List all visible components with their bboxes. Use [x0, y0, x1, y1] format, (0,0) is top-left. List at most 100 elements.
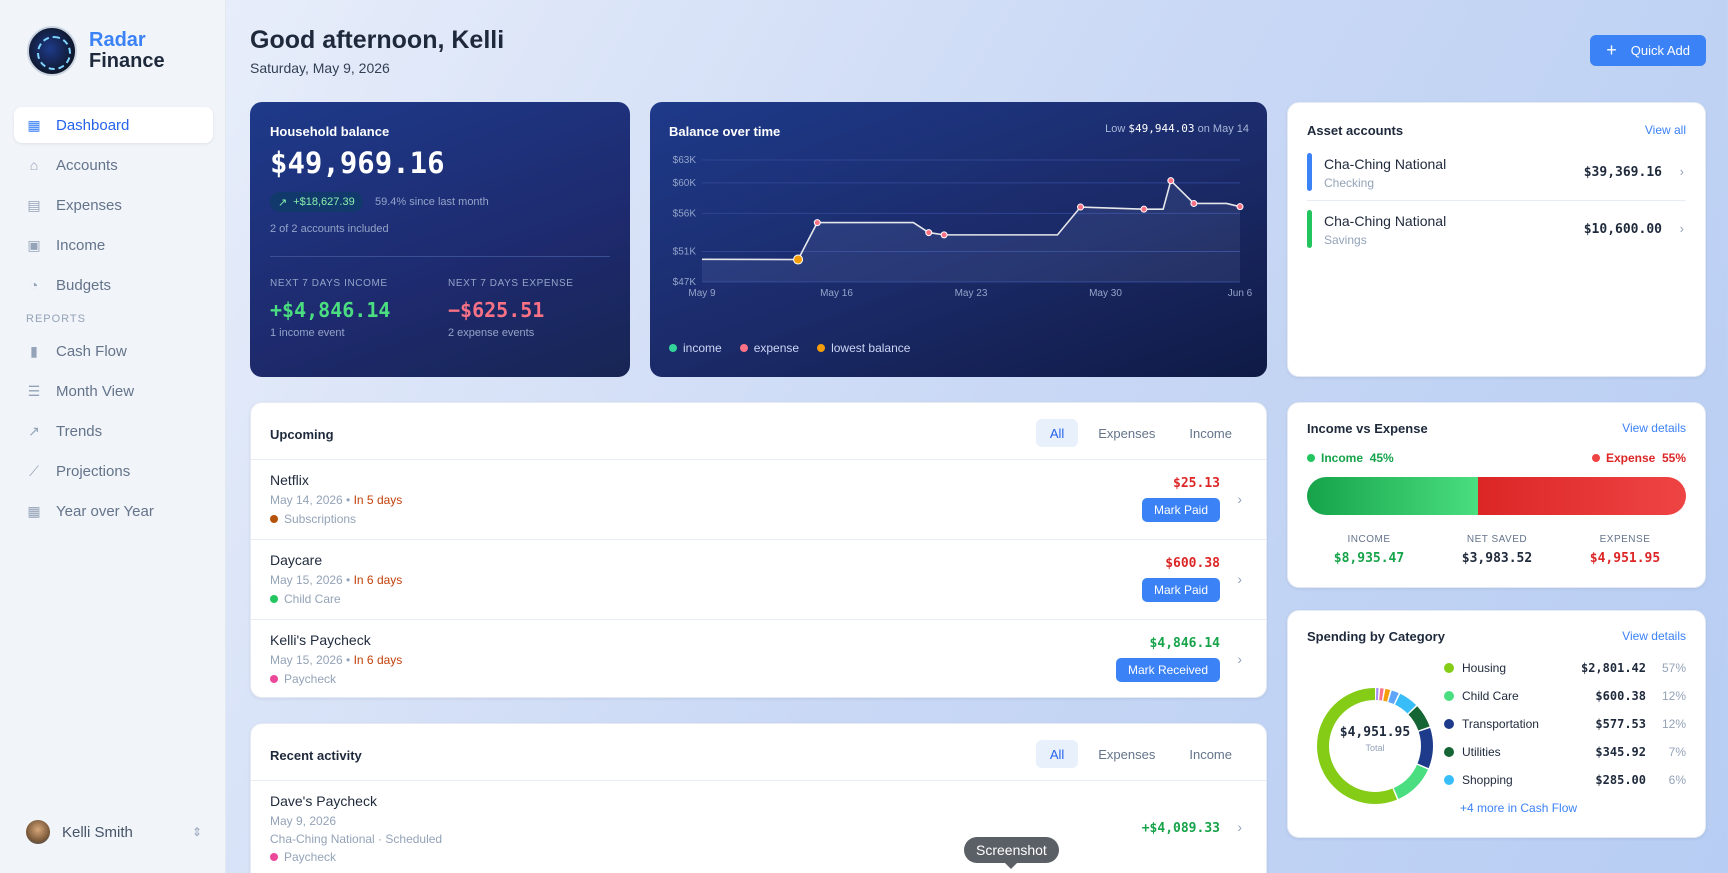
dashboard-icon: ▦: [27, 117, 41, 133]
chevron-right-icon: ›: [1237, 571, 1242, 587]
user-menu[interactable]: Kelli Smith ⇕: [26, 820, 202, 844]
category-row-housing[interactable]: Housing $2,801.42 57%: [1444, 658, 1686, 678]
bill-name: Daycare: [270, 552, 323, 568]
spending-total: $4,951.95: [1339, 725, 1411, 740]
category-row-utilities[interactable]: Utilities $345.92 7%: [1444, 742, 1686, 762]
plus-icon: +: [1606, 40, 1617, 60]
screenshot-tooltip: Screenshot: [964, 837, 1059, 869]
lowest-dot-icon: [817, 344, 826, 352]
point-expense: [1077, 203, 1085, 211]
y-tick-label: $63K: [673, 155, 697, 166]
spending-by-category-card: Spending by Category View details $4,951…: [1287, 610, 1706, 838]
bill-name: Kelli's Paycheck: [270, 632, 371, 648]
sidebar-item-budgets[interactable]: ◔ Budgets: [14, 267, 213, 303]
point-expense: [813, 219, 821, 227]
chevron-up-down-icon: ⇕: [191, 825, 202, 839]
balance-line-chart: $63K $60K $56K $51K $47KMay 9 May 16 May 23 May…: [673, 155, 1253, 299]
sidebar-item-income[interactable]: ▣ Income: [14, 227, 213, 263]
page-title: Good afternoon, Kelli: [250, 26, 505, 54]
category-dot-icon: [1444, 747, 1454, 757]
sidebar-item-accounts[interactable]: ⌂ Accounts: [14, 147, 213, 183]
bar-chart-icon: ▮: [30, 343, 38, 359]
bill-date: May 15, 2026 • In 6 days: [270, 653, 403, 667]
account-balance: $10,600.00: [1583, 222, 1662, 237]
account-type: Checking: [1324, 176, 1375, 190]
transaction-category: Paycheck: [270, 850, 336, 864]
legend-lowest-balance: lowest balance: [817, 341, 910, 355]
household-balance-title: Household balance: [270, 124, 390, 139]
next7-income-label: NEXT 7 DAYS INCOME: [270, 278, 388, 289]
sidebar: Radar Finance ▦ Dashboard ⌂ Accounts ▤ Expe…: [0, 0, 226, 873]
mark-received-button[interactable]: Mark Received: [1115, 658, 1220, 682]
bank-icon: ⌂: [29, 157, 39, 173]
view-all-link[interactable]: View all: [1645, 123, 1686, 137]
divider: [270, 256, 610, 257]
sidebar-item-year-over-year[interactable]: ▦ Year over Year: [14, 493, 213, 529]
bill-category: Child Care: [270, 592, 341, 606]
line-chart-icon: ⟋: [29, 463, 39, 479]
point-lowest-balance: [793, 254, 804, 265]
list-icon: ☰: [27, 383, 41, 399]
bill-amount: $25.13: [1173, 476, 1220, 491]
receipt-icon: ▤: [27, 197, 41, 213]
account-balance: $39,369.16: [1583, 165, 1662, 180]
point-expense: [1236, 203, 1244, 211]
upcoming-row-netflix[interactable]: Netflix May 14, 2026 • In 5 days Subscri…: [251, 459, 1266, 539]
sidebar-item-expenses[interactable]: ▤ Expenses: [14, 187, 213, 223]
app-logo[interactable]: Radar Finance: [27, 26, 165, 76]
household-balance-amount: $49,969.16: [270, 146, 445, 180]
mark-paid-button[interactable]: Mark Paid: [1141, 498, 1220, 522]
sidebar-item-month-view[interactable]: ☰ Month View: [14, 373, 213, 409]
tab-expenses[interactable]: Expenses: [1084, 419, 1169, 447]
spending-total-label: Total: [1365, 743, 1385, 753]
bill-date: May 14, 2026 • In 5 days: [270, 493, 403, 507]
category-row-shopping[interactable]: Shopping $285.00 6%: [1444, 770, 1686, 790]
expense-dot-icon: [739, 344, 748, 352]
sidebar-item-dashboard[interactable]: ▦ Dashboard: [14, 107, 213, 143]
asset-accounts-card: Asset accounts View all Cha-Ching Nation…: [1287, 102, 1706, 377]
more-categories-link[interactable]: +4 more in Cash Flow: [1460, 801, 1577, 815]
tab-income[interactable]: Income: [1175, 740, 1246, 768]
recent-activity-card: Recent activity All Expenses Income Dave…: [250, 723, 1267, 873]
expense-stat: EXPENSE $4,951.95: [1589, 534, 1661, 566]
tab-expenses[interactable]: Expenses: [1084, 740, 1169, 768]
main-content: Good afternoon, Kelli Saturday, May 9, 2…: [250, 0, 1728, 873]
recent-row-daves-paycheck[interactable]: Dave's Paycheck May 9, 2026 Cha-Ching Na…: [251, 780, 1266, 873]
reports-section-label: REPORTS: [26, 313, 86, 325]
income-vs-expense-card: Income vs Expense View details Income 45…: [1287, 402, 1706, 588]
category-row-child-care[interactable]: Child Care $600.38 12%: [1444, 686, 1686, 706]
upcoming-row-daycare[interactable]: Daycare May 15, 2026 • In 6 days Child C…: [251, 539, 1266, 619]
chevron-right-icon: ›: [1237, 819, 1242, 835]
upcoming-filter-tabs: All Expenses Income: [1030, 419, 1246, 447]
income-dot-icon: [1307, 454, 1315, 462]
category-dot-icon: [270, 515, 278, 523]
sidebar-item-trends[interactable]: ↗ Trends: [14, 413, 213, 449]
upcoming-card: Upcoming All Expenses Income Netflix May…: [250, 402, 1267, 698]
trend-up-icon: ↗: [28, 423, 40, 439]
category-dot-icon: [270, 675, 278, 683]
asset-account-checking[interactable]: Cha-Ching National Checking $39,369.16 ›: [1307, 149, 1686, 193]
upcoming-row-kellis-paycheck[interactable]: Kelli's Paycheck May 15, 2026 • In 6 day…: [251, 619, 1266, 697]
x-tick-label: May 9: [688, 288, 716, 299]
recent-activity-title: Recent activity: [270, 748, 362, 763]
category-row-transportation[interactable]: Transportation $577.53 12%: [1444, 714, 1686, 734]
view-details-link[interactable]: View details: [1622, 629, 1686, 643]
sidebar-item-projections[interactable]: ⟋ Projections: [14, 453, 213, 489]
tab-all[interactable]: All: [1035, 740, 1079, 768]
asset-account-savings[interactable]: Cha-Ching National Savings $10,600.00 ›: [1307, 206, 1686, 250]
transaction-amount: +$4,089.33: [1141, 821, 1220, 836]
next7-income-note: 1 income event: [270, 327, 345, 339]
expense-bar-segment: [1477, 477, 1686, 515]
income-expense-bar: [1307, 477, 1686, 515]
y-tick-label: $60K: [673, 178, 697, 189]
quick-add-button[interactable]: + Quick Add: [1590, 35, 1706, 66]
y-tick-label: $47K: [673, 277, 697, 288]
sidebar-item-cash-flow[interactable]: ▮ Cash Flow: [14, 333, 213, 369]
view-details-link[interactable]: View details: [1622, 421, 1686, 435]
tab-income[interactable]: Income: [1175, 419, 1246, 447]
mark-paid-button[interactable]: Mark Paid: [1141, 578, 1220, 602]
income-bar-segment: [1307, 477, 1478, 515]
bill-category: Subscriptions: [270, 512, 356, 526]
tab-all[interactable]: All: [1035, 419, 1079, 447]
point-expense: [1190, 199, 1198, 207]
